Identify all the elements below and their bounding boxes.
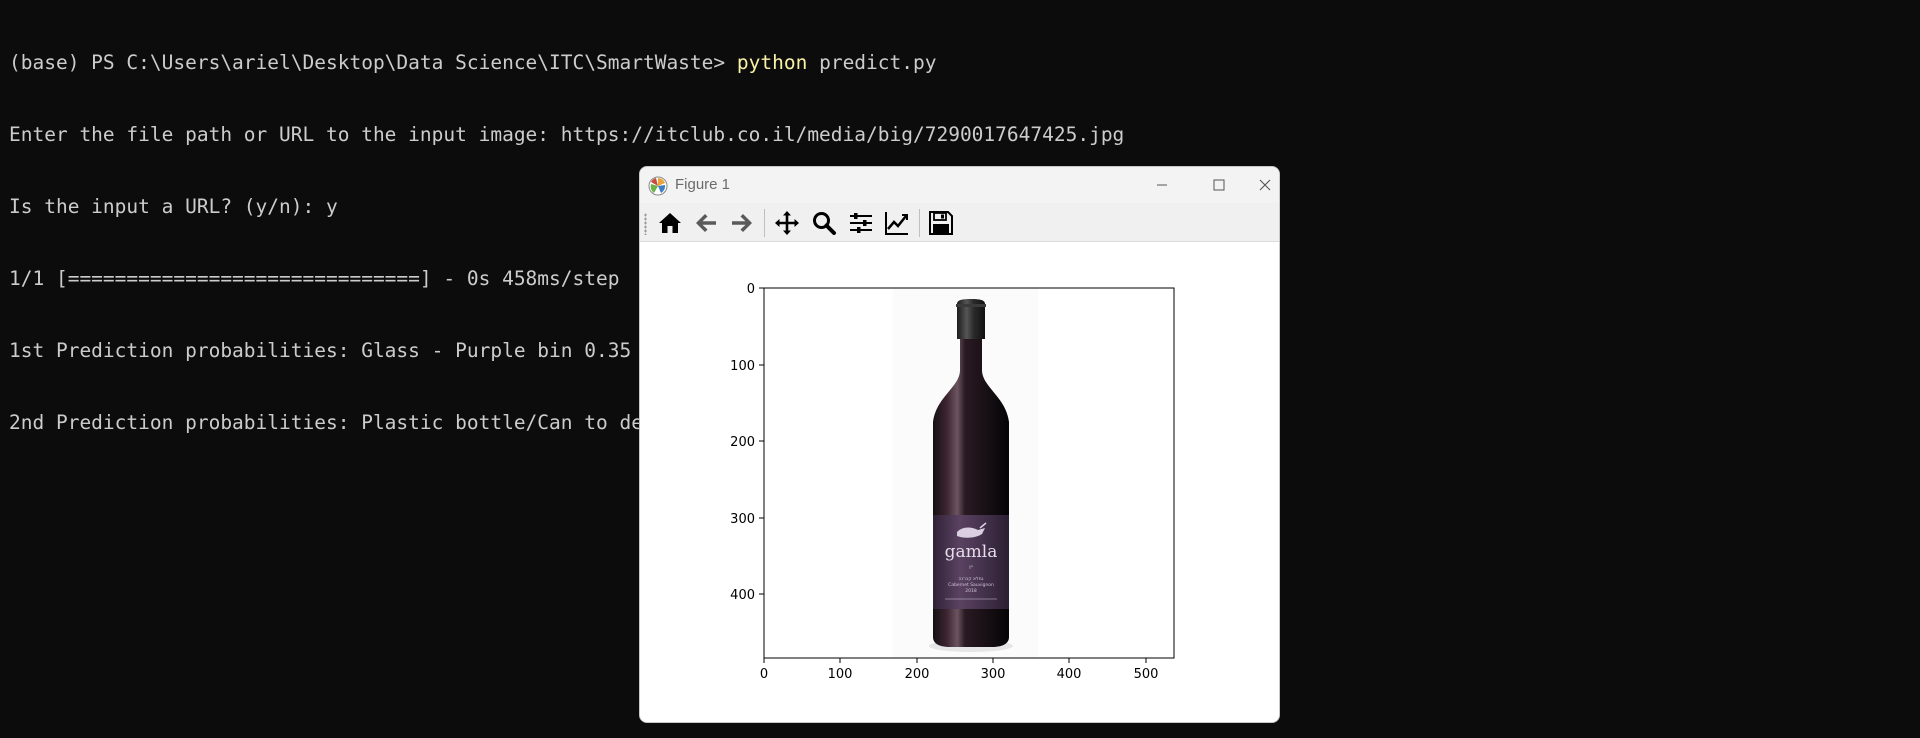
forward-arrow-icon bbox=[732, 214, 752, 232]
figure-toolbar bbox=[640, 203, 1279, 242]
zoom-button[interactable] bbox=[809, 209, 839, 237]
x-tick-label: 300 bbox=[981, 667, 1006, 682]
prompt-text: (base) PS C:\Users\ariel\Desktop\Data Sc… bbox=[9, 51, 737, 74]
pan-icon bbox=[775, 211, 799, 235]
save-icon bbox=[929, 211, 953, 235]
zoom-icon bbox=[813, 212, 836, 235]
y-axis: 0 100 200 300 400 bbox=[730, 282, 764, 603]
y-tick-label: 100 bbox=[730, 359, 755, 374]
forward-button[interactable] bbox=[727, 209, 757, 237]
y-tick-label: 300 bbox=[730, 512, 755, 527]
close-icon bbox=[1259, 179, 1270, 191]
bottle-label-line1: גמלא קברנה bbox=[959, 577, 984, 582]
x-tick-label: 0 bbox=[760, 667, 768, 682]
bottle-label-sub: יין bbox=[969, 564, 973, 570]
maximize-icon bbox=[1213, 179, 1225, 191]
bottle-label-brand: gamla bbox=[945, 542, 998, 562]
terminal-prompt-line: (base) PS C:\Users\ariel\Desktop\Data Sc… bbox=[9, 51, 1124, 75]
save-button[interactable] bbox=[926, 209, 956, 237]
y-tick-label: 200 bbox=[730, 435, 755, 450]
back-arrow-icon bbox=[696, 214, 716, 232]
y-tick-label: 0 bbox=[747, 282, 755, 297]
bottle-label-line3: 2018 bbox=[965, 588, 977, 594]
x-tick-label: 500 bbox=[1134, 667, 1159, 682]
figure-canvas[interactable]: gamla יין גמלא קברנה Cabernet Sauvignon … bbox=[640, 242, 1279, 722]
subplots-button[interactable] bbox=[846, 209, 876, 237]
window-title: Figure 1 bbox=[675, 176, 731, 193]
y-tick-label: 400 bbox=[730, 588, 755, 603]
toolbar-grip[interactable] bbox=[644, 213, 647, 235]
edit-axes-button[interactable] bbox=[882, 209, 912, 237]
axes-edit-icon bbox=[885, 212, 908, 235]
matplotlib-icon bbox=[648, 176, 668, 196]
command-text: python bbox=[736, 51, 808, 74]
figure-window[interactable]: Figure 1 gamla יין גמלא קברנה Cabernet S… bbox=[639, 166, 1280, 723]
x-tick-label: 200 bbox=[905, 667, 930, 682]
sliders-icon bbox=[850, 213, 872, 233]
toolbar-separator bbox=[919, 209, 920, 237]
x-tick-label: 400 bbox=[1057, 667, 1082, 682]
terminal-line: Enter the file path or URL to the input … bbox=[9, 123, 1125, 146]
x-tick-label: 100 bbox=[828, 667, 853, 682]
command-args: predict.py bbox=[807, 51, 937, 74]
x-axis: 0 100 200 300 400 500 bbox=[760, 658, 1159, 682]
minimize-icon bbox=[1157, 184, 1167, 186]
title-bar[interactable]: Figure 1 bbox=[640, 167, 1279, 203]
image-axes: gamla יין גמלא קברנה Cabernet Sauvignon … bbox=[763, 287, 1175, 659]
plot-svg: gamla יין גמלא קברנה Cabernet Sauvignon … bbox=[730, 282, 1175, 682]
bottle-label-line2: Cabernet Sauvignon bbox=[948, 582, 994, 588]
pan-button[interactable] bbox=[772, 209, 802, 237]
maximize-button[interactable] bbox=[1191, 167, 1247, 203]
home-icon bbox=[659, 213, 681, 233]
toolbar-separator bbox=[764, 209, 765, 237]
minimize-button[interactable] bbox=[1134, 167, 1190, 203]
close-button[interactable] bbox=[1248, 167, 1279, 203]
back-button[interactable] bbox=[691, 209, 721, 237]
home-button[interactable] bbox=[655, 209, 685, 237]
